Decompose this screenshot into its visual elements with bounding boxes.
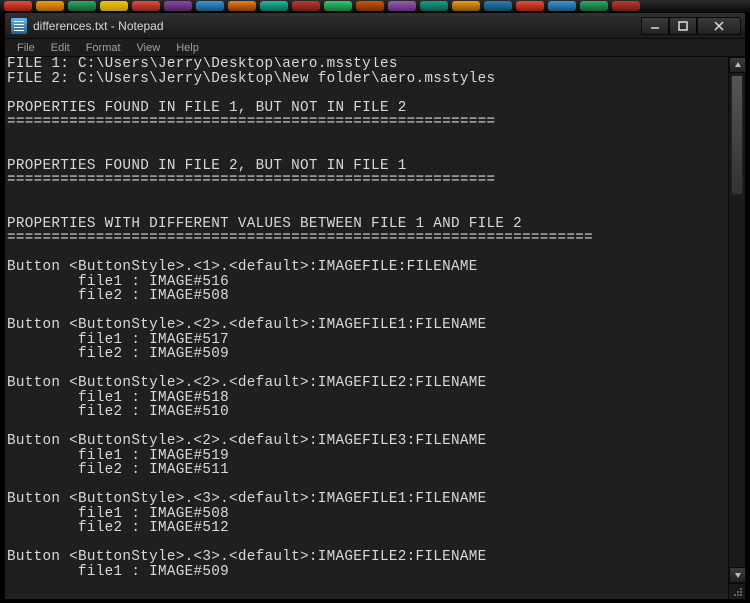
- editor-area: FILE 1: C:\Users\Jerry\Desktop\aero.msst…: [5, 57, 745, 599]
- menu-edit[interactable]: Edit: [43, 40, 78, 56]
- menu-file[interactable]: File: [9, 40, 43, 56]
- notepad-icon: [11, 18, 27, 34]
- maximize-button[interactable]: [669, 17, 697, 35]
- taskbar-fragment: [0, 0, 750, 12]
- text-content[interactable]: FILE 1: C:\Users\Jerry\Desktop\aero.msst…: [5, 57, 727, 579]
- menu-help[interactable]: Help: [168, 40, 207, 56]
- window-title: differences.txt - Notepad: [33, 19, 635, 33]
- scroll-up-button[interactable]: [729, 57, 746, 73]
- minimize-button[interactable]: [641, 17, 669, 35]
- titlebar[interactable]: differences.txt - Notepad: [5, 13, 745, 39]
- scroll-thumb[interactable]: [731, 75, 743, 195]
- menu-format[interactable]: Format: [78, 40, 129, 56]
- vertical-scrollbar[interactable]: [728, 57, 745, 583]
- resize-grip-icon: [730, 584, 744, 598]
- menu-view[interactable]: View: [129, 40, 169, 56]
- notepad-window: differences.txt - Notepad File Edit Form…: [4, 12, 746, 599]
- menubar: File Edit Format View Help: [5, 39, 745, 57]
- resize-corner[interactable]: [728, 583, 745, 599]
- scroll-down-button[interactable]: [729, 567, 746, 583]
- close-button[interactable]: [697, 17, 741, 35]
